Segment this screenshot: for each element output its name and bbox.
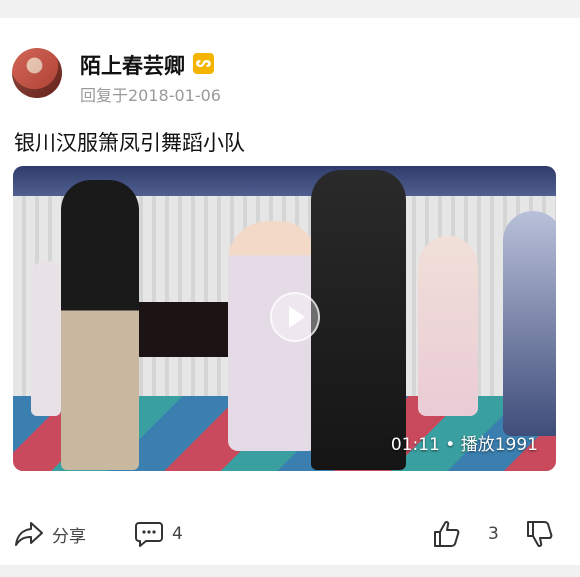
action-bar: 分享 4 3 xyxy=(0,512,580,558)
piano xyxy=(133,302,228,357)
video-player[interactable]: 01:11 • 播放1991 xyxy=(13,166,556,471)
username[interactable]: 陌上春芸卿 xyxy=(80,50,185,80)
share-label: 分享 xyxy=(52,526,86,547)
thumbs-down-icon xyxy=(525,519,555,549)
comment-icon xyxy=(134,520,164,548)
video-duration-plays: 01:11 • 播放1991 xyxy=(390,435,538,455)
bottom-divider xyxy=(0,565,580,577)
dancer-figure xyxy=(31,261,61,416)
thumbs-up-icon xyxy=(432,519,462,549)
post-title[interactable]: 银川汉服箫凤引舞蹈小队 xyxy=(14,127,245,157)
dancer-figure xyxy=(311,170,406,470)
like-button[interactable] xyxy=(432,512,462,556)
level-badge-icon: ᔕ xyxy=(193,53,214,74)
avatar[interactable] xyxy=(12,48,62,98)
share-button[interactable]: 分享 xyxy=(14,512,86,556)
play-icon[interactable] xyxy=(270,292,320,342)
dancer-figure xyxy=(418,236,478,416)
comment-count: 4 xyxy=(172,524,183,544)
comment-button[interactable]: 4 xyxy=(134,512,183,556)
dancer-figure xyxy=(61,180,139,470)
share-icon xyxy=(14,520,44,548)
dancer-figure xyxy=(503,211,556,436)
top-divider xyxy=(0,0,580,18)
reply-date: 回复于2018-01-06 xyxy=(80,86,221,105)
dislike-button[interactable] xyxy=(525,512,555,556)
like-count: 3 xyxy=(488,524,499,544)
